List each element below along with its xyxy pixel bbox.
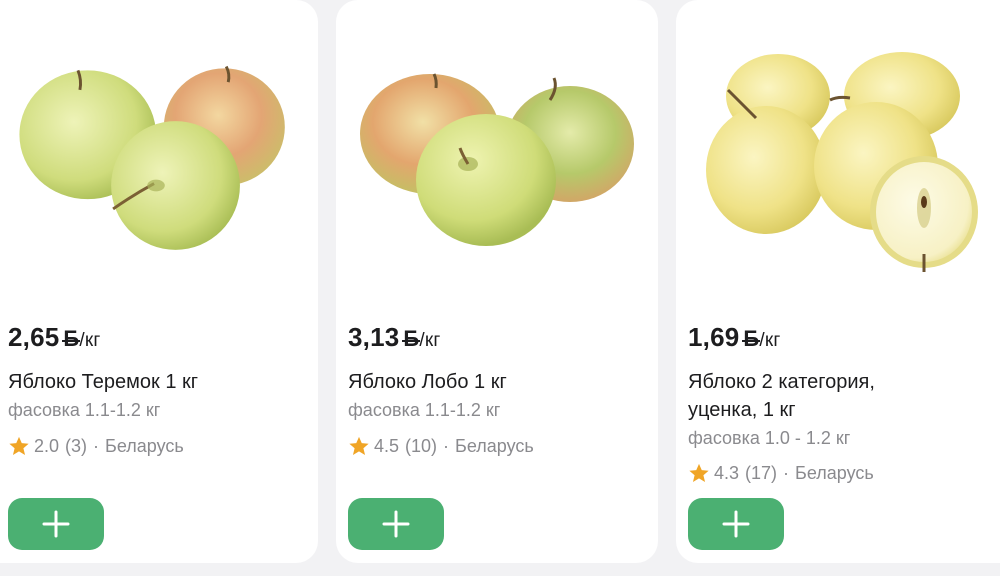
product-pack: фасовка 1.0 - 1.2 кг <box>688 428 851 448</box>
star-icon <box>9 436 29 455</box>
review-count: (3) <box>65 435 88 456</box>
review-count: (10) <box>405 435 438 456</box>
product-meta: 2.0 (3) · Беларусь <box>8 435 184 457</box>
product-card[interactable]: 3,13 Б/кг Яблоко Лобо 1 кг фасовка 1.1-1.… <box>336 0 658 563</box>
rating-value: 4.5 <box>374 435 400 456</box>
product-country: Беларусь <box>105 435 184 456</box>
product-price: 2,65 Б/кг <box>8 322 101 352</box>
rating-value: 2.0 <box>34 435 60 456</box>
separator: · <box>443 435 450 456</box>
product-card[interactable]: 1,69 Б/кг Яблоко 2 категория, уценка, 1 к… <box>676 0 1000 563</box>
product-pack: фасовка 1.1-1.2 кг <box>8 400 161 420</box>
product-name[interactable]: Яблоко Лобо 1 кг <box>348 368 638 396</box>
product-meta: 4.3 (17) · Беларусь <box>688 462 874 484</box>
product-card[interactable]: 2,65 Б/кг Яблоко Теремок 1 кг фасовка 1.1… <box>0 0 318 563</box>
add-to-cart-button[interactable] <box>688 498 784 550</box>
star-icon <box>349 436 369 455</box>
plus-icon <box>42 510 70 538</box>
product-image-apple-second-grade[interactable] <box>676 48 1000 284</box>
product-pack: фасовка 1.1-1.2 кг <box>348 400 501 420</box>
product-country: Беларусь <box>455 435 534 456</box>
product-price: 1,69 Б/кг <box>688 322 781 352</box>
rating-value: 4.3 <box>714 462 740 483</box>
product-name[interactable]: Яблоко 2 категория, уценка, 1 кг <box>688 368 938 424</box>
product-grid: 2,65 Б/кг Яблоко Теремок 1 кг фасовка 1.1… <box>0 0 1000 576</box>
star-icon <box>689 463 709 482</box>
product-meta: 4.5 (10) · Беларусь <box>348 435 534 457</box>
separator: · <box>93 435 100 456</box>
separator: · <box>783 462 790 483</box>
currency-symbol: Б <box>742 326 761 351</box>
review-count: (17) <box>745 462 778 483</box>
product-name[interactable]: Яблоко Теремок 1 кг <box>8 368 298 396</box>
plus-icon <box>722 510 750 538</box>
add-to-cart-button[interactable] <box>8 498 104 550</box>
product-image-apple-teremok[interactable] <box>0 48 318 284</box>
product-image-apple-lobo[interactable] <box>336 48 658 284</box>
product-country: Беларусь <box>795 462 874 483</box>
plus-icon <box>382 510 410 538</box>
product-price: 3,13 Б/кг <box>348 322 441 352</box>
currency-symbol: Б <box>402 326 421 351</box>
currency-symbol: Б <box>62 326 81 351</box>
add-to-cart-button[interactable] <box>348 498 444 550</box>
